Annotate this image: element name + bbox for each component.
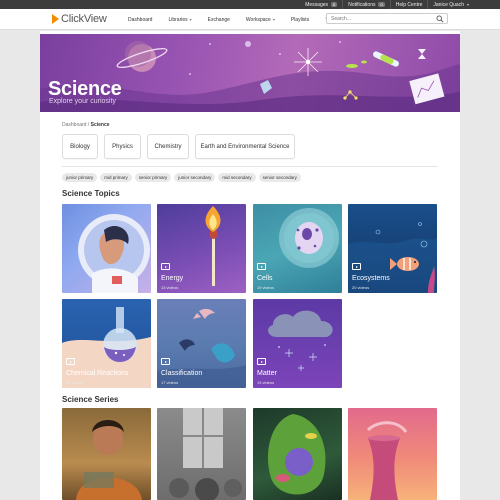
nav-libraries-label: Libraries [168, 16, 188, 23]
level-chip[interactable]: junior secondary [174, 173, 216, 182]
chevron-down-icon: ▾ [272, 17, 275, 22]
nav-exchange-label: Exchange [207, 16, 230, 23]
topic-name: Energy [161, 275, 184, 282]
series-card[interactable] [157, 408, 246, 500]
topic-name: Ecosystems [352, 275, 390, 282]
search-box [326, 13, 448, 24]
notifications-link[interactable]: Notifications 0 [342, 0, 389, 9]
nav-libraries[interactable]: Libraries ▾ [160, 17, 199, 23]
subject-chemistry[interactable]: Chemistry [147, 134, 189, 159]
messages-badge: 0 [331, 2, 338, 7]
messages-label: Messages [305, 1, 329, 8]
play-icon [257, 358, 266, 365]
topic-card-cells[interactable]: Cells 19 videos [253, 204, 342, 293]
breadcrumb-dashboard[interactable]: Dashboard [62, 122, 86, 128]
topic-name: Classification [161, 370, 203, 377]
topic-card-ecosystems[interactable]: Ecosystems 20 videos [348, 204, 437, 293]
topic-card-energy[interactable]: Energy 13 videos [157, 204, 246, 293]
level-chip[interactable]: mid primary [100, 173, 132, 182]
topic-name: Cells [257, 275, 273, 282]
play-icon [161, 358, 170, 365]
series-card[interactable] [62, 408, 151, 500]
user-name: Janice Quach [433, 1, 464, 8]
breadcrumb: Dashboard / Science [62, 122, 110, 128]
level-filters: junior primary mid primary senior primar… [62, 173, 301, 182]
main-nav: ClickView Dashboard Libraries ▾ Exchange … [0, 9, 500, 30]
subject-biology[interactable]: Biology [62, 134, 98, 159]
topic-count: 20 videos [66, 380, 84, 385]
play-icon [257, 263, 266, 270]
series-heading: Science Series [62, 395, 119, 404]
topic-card-matter[interactable]: Matter 19 videos [253, 299, 342, 388]
series-card[interactable] [253, 408, 342, 500]
topic-count: 19 videos [257, 285, 275, 290]
notifications-badge: 0 [378, 2, 385, 7]
page-content: Science Explore your curiosity Dashboard… [40, 31, 460, 500]
nav-links: Dashboard Libraries ▾ Exchange Workspace ▾… [120, 9, 340, 30]
topic-count: 19 videos [257, 380, 275, 385]
messages-link[interactable]: Messages 0 [300, 0, 342, 9]
clickview-logo[interactable]: ClickView [52, 13, 107, 25]
level-chip[interactable]: mid secondary [218, 173, 256, 182]
chevron-down-icon: ▾ [189, 17, 192, 22]
breadcrumb-current: Science [90, 122, 110, 128]
person-experiment-image [76, 420, 142, 500]
level-chip[interactable]: senior primary [134, 173, 172, 182]
window-spheres-image [169, 408, 242, 500]
topic-name: Matter [257, 370, 277, 377]
help-centre-link[interactable]: Help Centre [389, 0, 428, 9]
level-chip[interactable]: senior secondary [258, 173, 301, 182]
topic-card-space[interactable] [62, 204, 151, 293]
astronaut-illustration [78, 214, 150, 293]
page-subtitle: Explore your curiosity [49, 98, 116, 105]
nav-dashboard-label: Dashboard [128, 16, 153, 23]
subject-earth-environmental[interactable]: Earth and Environmental Science [195, 134, 295, 159]
play-icon [66, 358, 75, 365]
level-chip[interactable]: junior primary [62, 173, 98, 182]
topic-card-chemical-reactions[interactable]: Chemical Reactions 20 videos [62, 299, 151, 388]
utility-bar: Messages 0 Notifications 0 Help Centre J… [0, 0, 500, 9]
subject-filters: Biology Physics Chemistry Earth and Envi… [62, 134, 295, 159]
cooling-tower-image [366, 421, 408, 500]
topics-heading: Science Topics [62, 189, 120, 198]
topic-count: 17 videos [161, 380, 179, 385]
topic-count: 13 videos [161, 285, 179, 290]
plant-cell-image [267, 414, 326, 495]
divider [62, 166, 438, 167]
chevron-down-icon: ▾ [466, 2, 469, 7]
nav-workspace[interactable]: Workspace ▾ [238, 17, 283, 23]
topic-count: 20 videos [352, 285, 370, 290]
play-icon [352, 263, 361, 270]
nav-dashboard[interactable]: Dashboard [120, 17, 160, 23]
nav-playlists-label: Playlists [290, 16, 310, 23]
search-input[interactable] [327, 15, 432, 22]
notifications-label: Notifications [348, 1, 376, 8]
logo-text: ClickView [61, 13, 107, 25]
user-menu[interactable]: Janice Quach ▾ [427, 0, 474, 9]
nav-playlists[interactable]: Playlists [283, 17, 317, 23]
play-icon [161, 263, 170, 270]
series-card[interactable] [348, 408, 437, 500]
nav-exchange[interactable]: Exchange [200, 17, 238, 23]
topic-card-classification[interactable]: Classification 17 videos [157, 299, 246, 388]
subject-physics[interactable]: Physics [104, 134, 141, 159]
play-triangle-icon [52, 14, 59, 24]
hero-banner: Science Explore your curiosity [40, 34, 460, 112]
search-icon[interactable] [436, 15, 444, 23]
nav-workspace-label: Workspace [245, 16, 271, 23]
help-centre-label: Help Centre [395, 1, 423, 8]
topic-name: Chemical Reactions [66, 370, 129, 377]
